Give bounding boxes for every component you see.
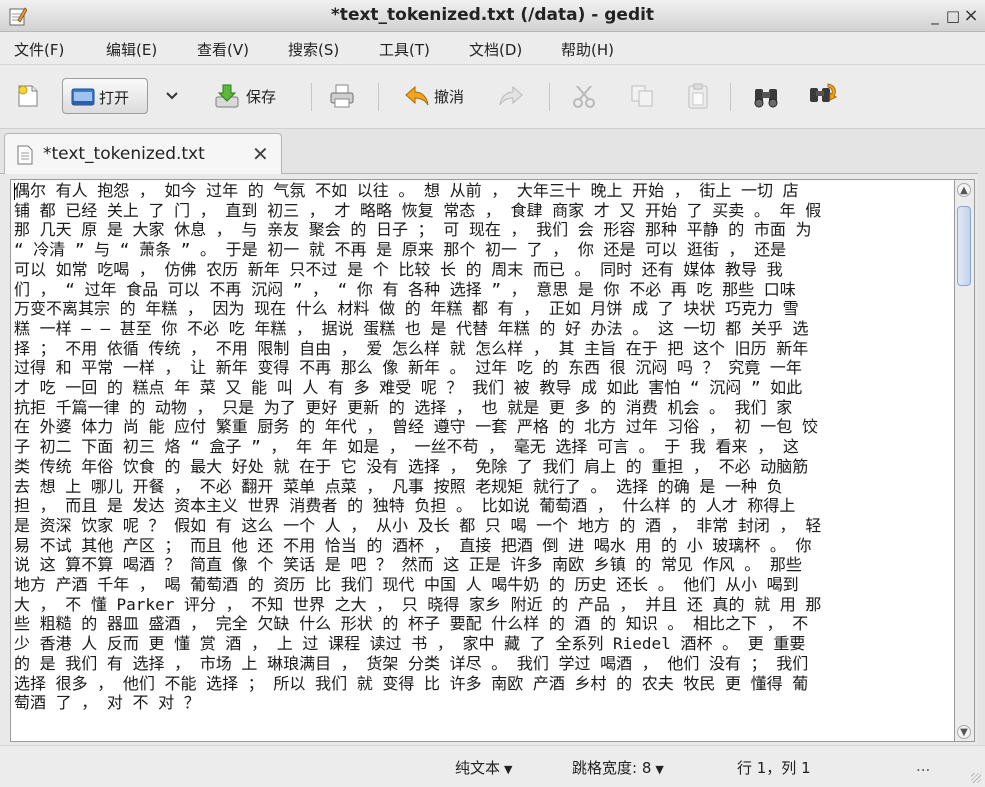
menu-edit[interactable]: 编辑(E) — [106, 39, 157, 60]
text-line[interactable]: 些 粗糙 的 器皿 盛酒 ， 完全 欠缺 什么 形状 的 杯子 要配 什么样 的… — [14, 614, 949, 634]
save-arrow-icon — [215, 84, 239, 108]
text-line[interactable]: 才 吃 一回 的 糕点 年 菜 又 能 叫 人 有 多 难受 呢 ？ 我们 被 … — [14, 378, 949, 398]
menu-file[interactable]: 文件(F) — [14, 39, 64, 60]
close-tab-button[interactable]: ✕ — [252, 142, 269, 166]
menu-view[interactable]: 查看(V) — [197, 39, 249, 60]
text-line[interactable]: “ 冷清 ” 与 “ 萧条 ” 。 于是 初一 就 不再 是 原来 那个 初一 … — [14, 240, 949, 260]
save-button[interactable]: 保存 — [208, 78, 300, 114]
open-recent-dropdown[interactable] — [162, 78, 184, 114]
menu-search[interactable]: 搜索(S) — [288, 39, 339, 60]
text-line[interactable]: 们 ， “ 过年 食品 可以 不再 沉闷 ” ， “ 你 有 各种 选择 ” ，… — [14, 280, 949, 300]
toolbar-separator — [730, 83, 731, 111]
copy-button[interactable] — [624, 78, 660, 114]
text-line[interactable]: 大 ， 不 懂 Parker 评分 ， 不知 世界 之大 ， 只 晓得 家乡 附… — [14, 595, 949, 615]
text-line[interactable]: 选择 很多 ， 他们 不能 选择 ； 所以 我们 就 变得 比 许多 南欧 产酒… — [14, 674, 949, 694]
text-line[interactable]: 在 外婆 体力 尚 能 应付 繁重 厨务 的 年代 ， 曾经 遵守 一套 严格 … — [14, 417, 949, 437]
print-button[interactable] — [322, 78, 362, 114]
paste-icon — [688, 83, 708, 109]
status-overflow-indicator: ... — [916, 757, 931, 775]
undo-arrow-icon — [405, 85, 429, 106]
toolbar-separator — [378, 83, 379, 111]
text-line[interactable]: 可以 如常 吃喝 ， 仿佛 农历 新年 只不过 是 个 比较 长 的 周末 而已… — [14, 260, 949, 280]
find-button[interactable] — [748, 78, 784, 114]
text-line[interactable]: 万变不离其宗 的 年糕 ， 因为 现在 什么 材料 做 的 年糕 都 有 ， 正… — [14, 299, 949, 319]
tab-text-tokenized[interactable]: *text_tokenized.txt ✕ — [4, 133, 282, 174]
copy-icon — [631, 85, 653, 107]
new-document-button[interactable] — [12, 78, 44, 114]
undo-button[interactable]: 撤消 — [398, 78, 482, 114]
toolbar: 打开 保存 撤消 — [0, 65, 985, 129]
text-line[interactable]: 过得 和 平常 一样 ， 让 新年 变得 不再 那么 像 新年 。 过年 吃 的… — [14, 358, 949, 378]
text-line[interactable]: 那 几天 原 是 大家 休息 ， 与 亲友 聚会 的 日子 ； 可 现在 ， 我… — [14, 220, 949, 240]
toolbar-separator — [311, 83, 312, 111]
minimize-button[interactable]: _ — [926, 7, 944, 25]
resize-grip-icon[interactable] — [971, 773, 981, 783]
language-label: 纯文本 — [455, 759, 501, 777]
document-tabs: *text_tokenized.txt ✕ — [0, 129, 985, 174]
scroll-up-icon[interactable]: ▲ — [957, 183, 971, 197]
folder-open-icon — [71, 88, 95, 106]
language-selector[interactable]: 纯文本 ▼ — [455, 757, 512, 778]
redo-arrow-icon — [499, 85, 523, 106]
cut-button[interactable] — [566, 78, 602, 114]
printer-icon — [330, 84, 354, 108]
window-titlebar[interactable]: *text_tokenized.txt (/data) - gedit _ □ … — [0, 0, 985, 32]
chevron-down-icon: ▼ — [655, 763, 664, 776]
text-editor[interactable]: 偶尔 有人 抱怨 ， 如今 过年 的 气氛 不如 以往 。 想 从前 ， 大年三… — [10, 179, 955, 742]
menu-tools[interactable]: 工具(T) — [379, 39, 430, 60]
menu-bar: 文件(F) 编辑(E) 查看(V) 搜索(S) 工具(T) 文档(D) 帮助(H… — [0, 32, 985, 65]
text-document-icon — [17, 145, 33, 165]
text-line[interactable]: 偶尔 有人 抱怨 ， 如今 过年 的 气氛 不如 以往 。 想 从前 ， 大年三… — [14, 181, 949, 201]
toolbar-separator — [549, 83, 550, 111]
tab-width-selector[interactable]: 跳格宽度: 8 ▼ — [572, 757, 664, 778]
new-document-icon — [18, 85, 38, 107]
paste-button[interactable] — [680, 78, 716, 114]
text-line[interactable]: 是 资深 饮家 呢 ？ 假如 有 这么 一个 人 ， 从小 及长 都 只 喝 一… — [14, 516, 949, 536]
document-text[interactable]: 偶尔 有人 抱怨 ， 如今 过年 的 气氛 不如 以往 。 想 从前 ， 大年三… — [14, 181, 949, 713]
text-line[interactable]: 少 香港 人 反而 更 懂 赏 酒 ， 上 过 课程 读过 书 ， 家中 藏 了… — [14, 634, 949, 654]
text-line[interactable]: 易 不试 其他 产区 ； 而且 他 还 不用 恰当 的 酒杯 ， 直接 把酒 倒… — [14, 536, 949, 556]
save-label: 保存 — [246, 88, 277, 106]
vertical-scrollbar[interactable]: ▲ ▼ — [955, 179, 975, 742]
menu-help[interactable]: 帮助(H) — [561, 39, 614, 60]
status-bar: 纯文本 ▼ 跳格宽度: 8 ▼ 行 1，列 1 ... — [0, 745, 985, 787]
maximize-button[interactable]: □ — [944, 7, 962, 25]
cursor-position: 行 1，列 1 — [737, 759, 811, 777]
find-replace-icon — [810, 83, 838, 102]
text-line[interactable]: 去 想 上 哪儿 开餐 ， 不必 翻开 菜单 点菜 ， 凡事 按照 老规矩 就行… — [14, 477, 949, 497]
scrollbar-thumb[interactable] — [957, 206, 971, 286]
text-line[interactable]: 子 初二 下面 初三 烙 “ 盒子 ” ， 年 年 如是 ， 一丝不苟 ， 毫无… — [14, 437, 949, 457]
text-line[interactable]: 择 ； 不用 依循 传统 ， 不用 限制 自由 ， 爱 怎么样 就 怎么样 ， … — [14, 339, 949, 359]
text-line[interactable]: 铺 都 已经 关上 了 门 ， 直到 初三 ， 才 略略 恢复 常态 ， 食肆 … — [14, 201, 949, 221]
find-replace-button[interactable] — [804, 78, 842, 114]
text-line[interactable]: 担 ， 而且 是 发达 资本主义 世界 消费者 的 独特 负担 。 比如说 葡萄… — [14, 496, 949, 516]
open-button[interactable]: 打开 — [62, 78, 148, 114]
tab-label: *text_tokenized.txt — [43, 144, 205, 164]
undo-label: 撤消 — [434, 88, 465, 106]
chevron-down-icon: ▼ — [504, 763, 513, 776]
scissors-icon — [573, 85, 595, 108]
window-edge — [978, 129, 985, 745]
text-line[interactable]: 抗拒 千篇一律 的 动物 ， 只是 为了 更好 更新 的 选择 ， 也 就是 更… — [14, 398, 949, 418]
redo-button[interactable] — [494, 78, 528, 114]
binoculars-icon — [754, 89, 778, 108]
text-line[interactable]: 说 这 算不算 喝酒 ？ 简直 像 个 笑话 是 吧 ？ 然而 这 正是 许多 … — [14, 555, 949, 575]
text-line[interactable]: 的 是 我们 有 选择 ， 市场 上 琳琅满目 ， 货架 分类 详尽 。 我们 … — [14, 654, 949, 674]
scroll-down-icon[interactable]: ▼ — [957, 725, 971, 739]
close-window-button[interactable]: × — [962, 7, 980, 25]
menu-documents[interactable]: 文档(D) — [469, 39, 522, 60]
tab-width-label: 跳格宽度: 8 — [572, 759, 652, 777]
text-line[interactable]: 地方 产酒 千年 ， 喝 葡萄酒 的 资历 比 我们 现代 中国 人 喝牛奶 的… — [14, 575, 949, 595]
text-line[interactable]: 萄酒 了 ， 对 不 对 ？ — [14, 693, 949, 713]
open-label: 打开 — [99, 89, 130, 107]
chevron-down-icon — [166, 92, 178, 100]
window-title: *text_tokenized.txt (/data) - gedit — [330, 5, 655, 25]
text-line[interactable]: 类 传统 年俗 饮食 的 最大 好处 就 在于 它 没有 选择 ， 免除 了 我… — [14, 457, 949, 477]
text-line[interactable]: 糕 一样 — — 甚至 你 不必 吃 年糕 ， 据说 蛋糕 也 是 代替 年糕 … — [14, 319, 949, 339]
